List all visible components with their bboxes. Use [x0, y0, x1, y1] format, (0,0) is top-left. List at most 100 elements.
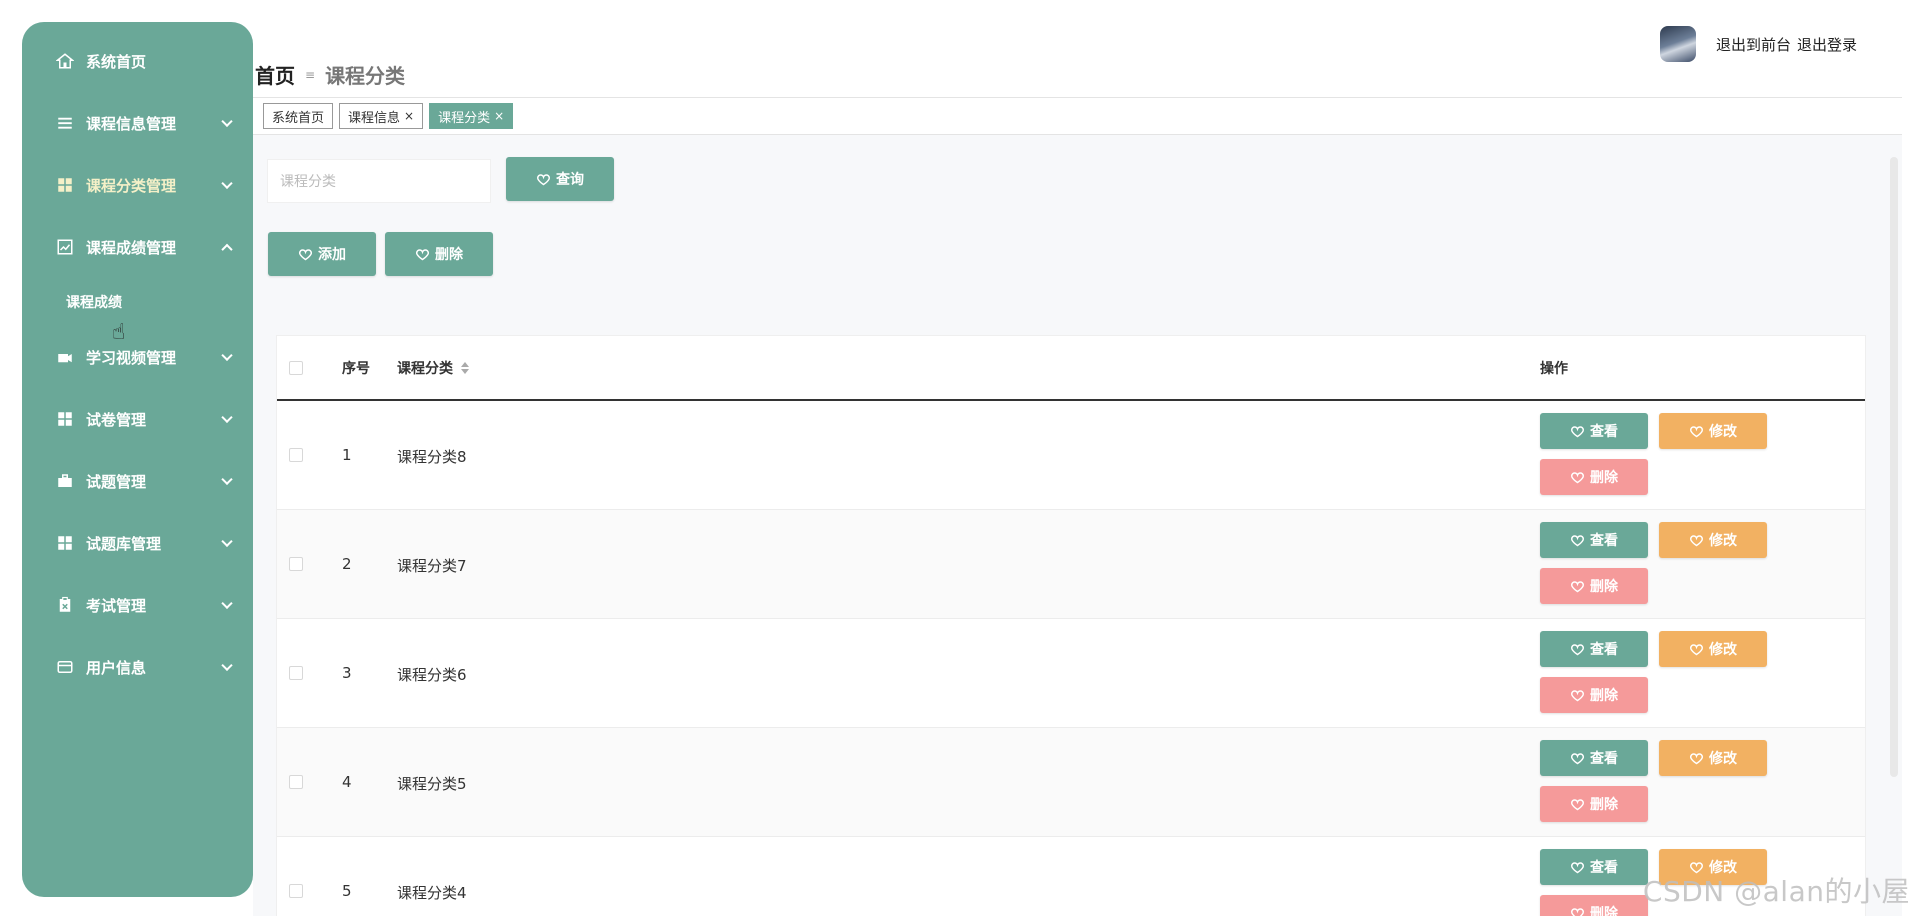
- tab-label: 课程信息: [348, 110, 401, 126]
- sidebar-item-course-info[interactable]: 课程信息管理: [22, 92, 253, 154]
- sidebar-item-label: 试题管理: [86, 472, 147, 491]
- edit-button[interactable]: 修改: [1659, 740, 1767, 776]
- header-name-label: 课程分类: [397, 360, 453, 377]
- sidebar-item-study-video[interactable]: 学习视频管理: [22, 326, 253, 388]
- view-button-label: 查看: [1590, 751, 1618, 767]
- add-button[interactable]: 添加: [268, 232, 376, 276]
- delete-button[interactable]: 删除: [1540, 786, 1648, 822]
- tabs-bar: 系统首页 课程信息 × 课程分类 ×: [253, 97, 1902, 135]
- top-header: 首页 ≡ 课程分类 退出到前台 退出登录: [253, 22, 1902, 97]
- query-button[interactable]: 查询: [506, 157, 614, 201]
- sidebar-item-label: 用户信息: [86, 658, 147, 677]
- table-row: 1 课程分类8 查看 修改 删除: [277, 401, 1865, 510]
- heart-icon: [1570, 579, 1585, 594]
- view-button-label: 查看: [1590, 642, 1618, 658]
- heart-icon: [298, 247, 313, 262]
- table-row: 4 课程分类5 查看 修改删除: [277, 728, 1865, 837]
- sidebar-item-home[interactable]: 系统首页: [22, 30, 253, 92]
- add-button-label: 添加: [318, 247, 346, 263]
- delete-button[interactable]: 删除: [1540, 459, 1648, 495]
- tab-home[interactable]: 系统首页: [263, 103, 334, 129]
- sidebar-item-exam-paper[interactable]: 试卷管理: [22, 388, 253, 450]
- view-button-label: 查看: [1590, 424, 1618, 440]
- sidebar-item-label: 课程成绩管理: [86, 238, 177, 257]
- query-button-label: 查询: [556, 172, 584, 188]
- chevron-down-icon: [221, 349, 233, 362]
- main-content: 查询 添加 删除 序号 课程分类 操作 1课程分类8查看修改删除2课程分类7查看…: [253, 135, 1902, 916]
- sidebar-item-user-info[interactable]: 用户信息: [22, 636, 253, 698]
- heart-icon: [1570, 642, 1585, 657]
- grid-icon: [56, 534, 74, 552]
- chevron-down-icon: [221, 659, 233, 672]
- row-name: 课程分类6: [397, 666, 467, 684]
- view-button[interactable]: 查看: [1540, 849, 1648, 885]
- edit-button[interactable]: 修改: [1659, 413, 1767, 449]
- heart-icon: [1689, 642, 1704, 657]
- heart-icon: [1689, 751, 1704, 766]
- batch-delete-button[interactable]: 删除: [385, 232, 493, 276]
- row-checkbox[interactable]: [289, 557, 303, 571]
- table-row: 3 课程分类6 查看 修改 删除: [277, 619, 1865, 728]
- breadcrumb: 首页 ≡ 课程分类: [255, 60, 405, 89]
- header-no: 序号: [342, 360, 370, 377]
- row-name: 课程分类5: [397, 775, 467, 793]
- edit-button[interactable]: 修改: [1659, 631, 1767, 667]
- batch-delete-button-label: 删除: [435, 247, 463, 263]
- row-checkbox[interactable]: [289, 448, 303, 462]
- delete-button[interactable]: 删除: [1540, 895, 1648, 916]
- video-icon: [56, 348, 74, 366]
- delete-button[interactable]: 删除: [1540, 568, 1648, 604]
- close-icon[interactable]: ×: [494, 109, 504, 123]
- edit-button[interactable]: 修改: [1659, 522, 1767, 558]
- delete-button-label: 删除: [1590, 470, 1618, 486]
- view-button[interactable]: 查看: [1540, 413, 1648, 449]
- breadcrumb-home[interactable]: 首页: [255, 60, 295, 89]
- row-no: 2: [342, 555, 352, 573]
- sidebar-item-course-category[interactable]: 课程分类管理: [22, 154, 253, 216]
- row-no: 5: [342, 882, 352, 900]
- tab-course-category[interactable]: 课程分类 ×: [429, 103, 514, 129]
- category-search-input[interactable]: [267, 159, 491, 203]
- watermark: CSDN @alan的小屋: [1642, 875, 1910, 908]
- sidebar-subitem-course-grade[interactable]: 课程成绩: [22, 278, 253, 326]
- heart-icon: [1570, 470, 1585, 485]
- card-icon: [56, 658, 74, 676]
- table-row: 5 课程分类4 查看 修改 删除: [277, 837, 1865, 916]
- avatar[interactable]: [1659, 26, 1696, 62]
- sidebar-item-label: 试题库管理: [86, 534, 162, 553]
- sidebar-item-exam[interactable]: 考试管理: [22, 574, 253, 636]
- delete-button[interactable]: 删除: [1540, 677, 1648, 713]
- view-button[interactable]: 查看: [1540, 522, 1648, 558]
- sidebar-item-question[interactable]: 试题管理: [22, 450, 253, 512]
- logout-link[interactable]: 退出登录: [1797, 34, 1857, 55]
- edit-button-label: 修改: [1709, 533, 1737, 549]
- heart-icon: [1570, 860, 1585, 875]
- sidebar-item-course-grade[interactable]: 课程成绩管理: [22, 216, 253, 278]
- table-body: 1 课程分类8 查看 修改 删除 2 课程分类7 查看 修改 删除 3 课程分类6 查看 修改 删除 4 课程分…: [277, 401, 1865, 916]
- row-checkbox[interactable]: [289, 666, 303, 680]
- tab-course-info[interactable]: 课程信息 ×: [339, 103, 424, 129]
- sidebar-item-label: 学习视频管理: [86, 348, 177, 367]
- view-button[interactable]: 查看: [1540, 631, 1648, 667]
- sidebar-subitem-label: 课程成绩: [66, 295, 122, 311]
- row-no: 1: [342, 446, 352, 464]
- briefcase-icon: [56, 472, 74, 490]
- row-checkbox[interactable]: [289, 884, 303, 898]
- row-name: 课程分类4: [397, 884, 467, 902]
- close-icon[interactable]: ×: [404, 109, 414, 123]
- delete-button-label: 删除: [1590, 579, 1618, 595]
- delete-button-label: 删除: [1590, 688, 1618, 704]
- select-all-checkbox[interactable]: [289, 360, 303, 375]
- back-to-frontend-link[interactable]: 退出到前台: [1716, 34, 1791, 55]
- edit-button-label: 修改: [1709, 751, 1737, 767]
- page-scrollbar[interactable]: [1890, 157, 1898, 777]
- row-checkbox[interactable]: [289, 775, 303, 789]
- view-button[interactable]: 查看: [1540, 740, 1648, 776]
- header-name[interactable]: 课程分类: [397, 358, 469, 378]
- sidebar-item-question-bank[interactable]: 试题库管理: [22, 512, 253, 574]
- row-no: 4: [342, 773, 352, 791]
- sidebar-item-label: 系统首页: [86, 52, 147, 71]
- chevron-down-icon: [221, 597, 233, 610]
- sort-icon[interactable]: [461, 361, 469, 374]
- breadcrumb-separator-icon: ≡: [305, 67, 316, 82]
